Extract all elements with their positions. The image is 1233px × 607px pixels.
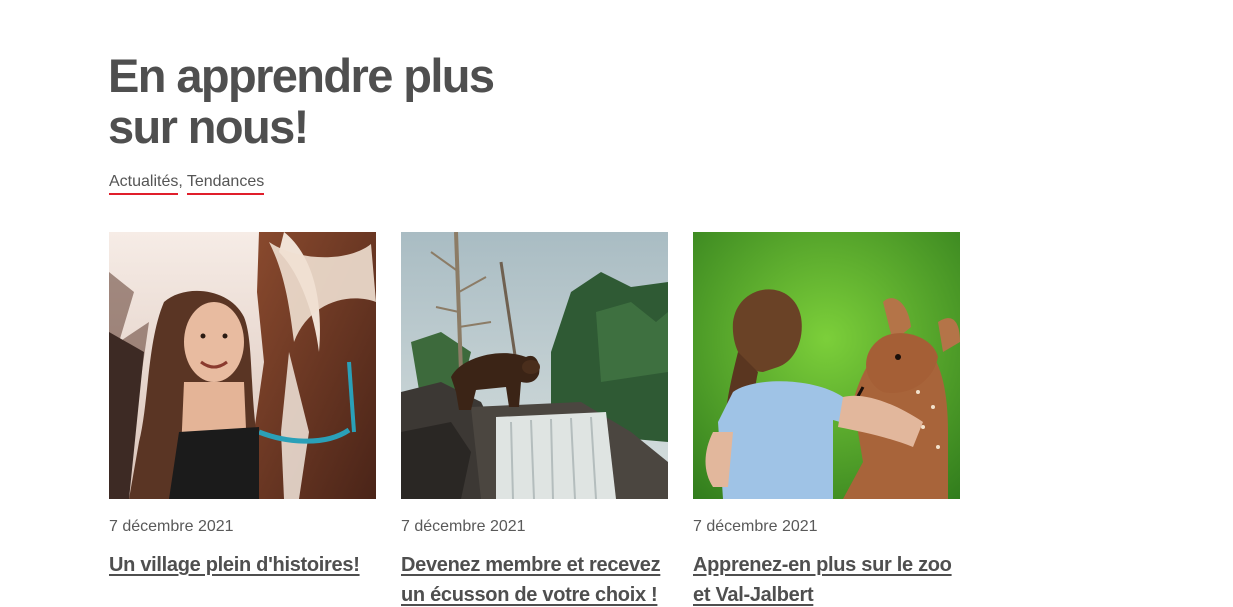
post-title-link[interactable]: Devenez membre et recevez un écusson de … bbox=[401, 550, 668, 607]
category-links: Actualités , Tendances bbox=[109, 173, 265, 195]
post-card: 7 décembre 2021 Un village plein d'histo… bbox=[109, 232, 376, 607]
post-date: 7 décembre 2021 bbox=[693, 518, 818, 535]
category-link-actualites[interactable]: Actualités bbox=[109, 173, 179, 195]
post-title-link[interactable]: Apprenez-en plus sur le zoo et Val-Jalbe… bbox=[693, 550, 960, 607]
post-image-girl-with-horse[interactable] bbox=[109, 232, 376, 499]
girl-with-fawn-photo bbox=[693, 232, 960, 499]
girl-with-horse-photo bbox=[109, 232, 376, 499]
post-date: 7 décembre 2021 bbox=[401, 518, 526, 535]
blog-section: En apprendre plus sur nous! Actualités ,… bbox=[0, 0, 1233, 607]
section-title-line-1: En apprendre plus bbox=[108, 49, 495, 102]
post-grid: 7 décembre 2021 Un village plein d'histo… bbox=[109, 232, 960, 607]
category-link-tendances[interactable]: Tendances bbox=[186, 173, 265, 195]
post-title-link[interactable]: Un village plein d'histoires! bbox=[109, 550, 376, 580]
category-separator: , bbox=[178, 173, 183, 190]
post-date: 7 décembre 2021 bbox=[109, 518, 234, 535]
section-title: En apprendre plus sur nous! bbox=[108, 50, 548, 152]
post-image-girl-with-fawn[interactable] bbox=[693, 232, 960, 499]
post-card: 7 décembre 2021 Apprenez-en plus sur le … bbox=[693, 232, 960, 607]
post-image-bear-on-waterfall[interactable] bbox=[401, 232, 668, 499]
post-card: 7 décembre 2021 Devenez membre et receve… bbox=[401, 232, 668, 607]
section-title-line-2: sur nous! bbox=[108, 100, 309, 153]
bear-on-waterfall-photo bbox=[401, 232, 668, 499]
